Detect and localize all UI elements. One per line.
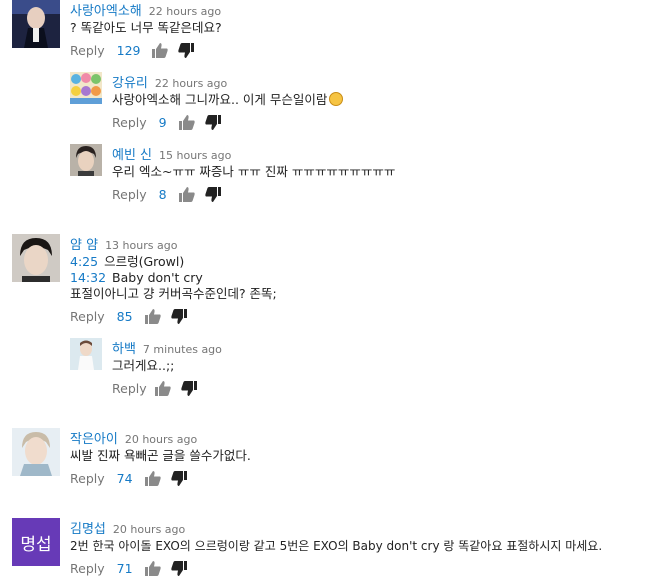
comment-author[interactable]: 얌 얌 13 hours ago [70, 234, 177, 253]
reply-button[interactable]: Reply [112, 115, 147, 130]
comment-actions: Reply [112, 381, 207, 396]
comment-time[interactable]: 22 hours ago [149, 5, 221, 18]
comment-actions: Reply 8 [112, 187, 231, 202]
reply-author[interactable]: 강유리 22 hours ago [112, 72, 227, 91]
author-name[interactable]: 강유리 [112, 76, 148, 91]
avatar[interactable] [70, 72, 102, 104]
author-name[interactable]: 사랑아엑소해 [70, 4, 142, 19]
comment-time[interactable]: 15 hours ago [159, 149, 231, 162]
comment-time[interactable]: 20 hours ago [113, 523, 185, 536]
comment-text-line: 14:32 Baby don't cry [70, 270, 203, 286]
reply-button[interactable]: Reply [70, 561, 105, 576]
avatar-initials: 명섭 [20, 534, 52, 555]
comment-time[interactable]: 7 minutes ago [143, 343, 222, 356]
like-count: 8 [158, 187, 167, 202]
comment-author[interactable]: 김명섭 20 hours ago [70, 518, 185, 537]
thumbs-down-icon[interactable] [170, 471, 187, 486]
comment-text: 씨발 진짜 욕빼곤 글을 쓸수가없다. [70, 448, 251, 463]
line-text: Baby don't cry [112, 270, 203, 285]
thumbs-up-icon[interactable] [144, 309, 161, 324]
thumbs-down-icon[interactable] [204, 115, 221, 130]
comment-text: 2번 한국 아이돌 EXO의 으르렁이랑 같고 5번은 EXO의 Baby do… [70, 539, 603, 553]
reply-button[interactable]: Reply [70, 471, 105, 486]
like-count: 129 [116, 43, 141, 58]
avatar[interactable] [12, 0, 60, 48]
reply-text: 그러게요..;; [112, 358, 175, 373]
comment-actions: Reply 74 [70, 471, 197, 486]
comment-time[interactable]: 22 hours ago [155, 77, 227, 90]
thumbs-up-icon[interactable] [144, 561, 161, 576]
comment-time[interactable]: 13 hours ago [105, 239, 177, 252]
author-name[interactable]: 얌 얌 [70, 238, 98, 253]
comment-text: ? 똑같아도 너무 똑같은데요? [70, 20, 222, 35]
reply-text-content: 사랑아엑소해 그니까요.. 이게 무슨일이람 [112, 92, 328, 107]
reply-author[interactable]: 하백 7 minutes ago [112, 338, 222, 357]
like-count: 74 [116, 471, 133, 486]
comment-actions: Reply 71 [70, 561, 197, 576]
thumbs-down-icon[interactable] [178, 43, 195, 58]
thumbs-down-icon[interactable] [170, 309, 187, 324]
comment-actions: Reply 85 [70, 309, 197, 324]
thumbs-down-icon[interactable] [180, 381, 197, 396]
reply-button[interactable]: Reply [112, 187, 147, 202]
comment-text-line: 4:25 으르렁(Growl) [70, 254, 184, 270]
comment-author[interactable]: 작은아이 20 hours ago [70, 428, 197, 447]
like-count: 71 [116, 561, 133, 576]
thumbs-up-icon[interactable] [144, 471, 161, 486]
comment-text-line: 표절이아니고 걍 커버곡수준인데? 존똑; [70, 286, 277, 301]
reply-text: 우리 엑소~ㅠㅠ 짜증나 ㅠㅠ 진짜 ㅠㅠㅠㅠㅠㅠㅠㅠㅠ [112, 164, 396, 179]
timestamp-link[interactable]: 14:32 [70, 270, 106, 285]
avatar[interactable] [70, 144, 102, 176]
reply-author[interactable]: 예빈 신 15 hours ago [112, 144, 231, 163]
thumbs-up-icon[interactable] [178, 187, 195, 202]
author-name[interactable]: 김명섭 [70, 522, 106, 537]
line-text: 으르렁(Growl) [104, 254, 185, 269]
thumbs-up-icon[interactable] [178, 115, 195, 130]
avatar[interactable] [70, 338, 102, 370]
reply-text: 사랑아엑소해 그니까요.. 이게 무슨일이람 [112, 92, 344, 108]
avatar[interactable]: 명섭 [12, 518, 60, 566]
comment-actions: Reply 129 [70, 43, 204, 58]
avatar[interactable] [12, 428, 60, 476]
thumbs-down-icon[interactable] [170, 561, 187, 576]
like-count: 9 [158, 115, 167, 130]
avatar[interactable] [12, 234, 60, 282]
reply-button[interactable]: Reply [70, 309, 105, 324]
timestamp-link[interactable]: 4:25 [70, 254, 98, 269]
reply-button[interactable]: Reply [70, 43, 105, 58]
thumbs-up-icon[interactable] [154, 381, 171, 396]
comment-actions: Reply 9 [112, 115, 231, 130]
thumbs-up-icon[interactable] [152, 43, 169, 58]
author-name[interactable]: 예빈 신 [112, 148, 152, 163]
comment-time[interactable]: 20 hours ago [125, 433, 197, 446]
like-count: 85 [116, 309, 133, 324]
comment-author[interactable]: 사랑아엑소해 22 hours ago [70, 0, 221, 19]
author-name[interactable]: 작은아이 [70, 432, 118, 447]
thumbs-down-icon[interactable] [204, 187, 221, 202]
author-name[interactable]: 하백 [112, 342, 136, 357]
grimacing-emoji-icon [329, 92, 344, 106]
reply-button[interactable]: Reply [112, 381, 147, 396]
